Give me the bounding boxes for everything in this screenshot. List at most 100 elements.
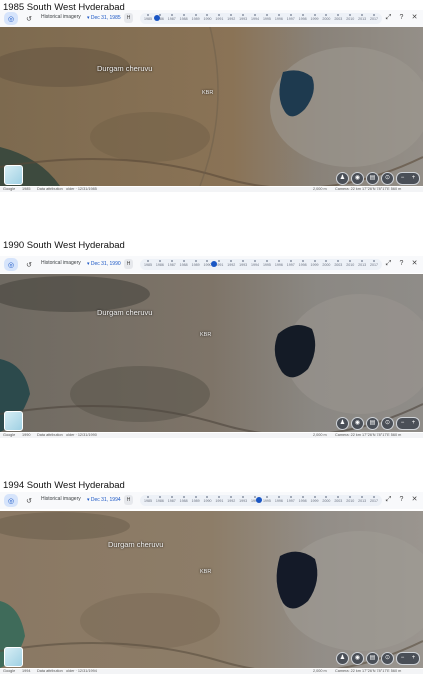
- timeline-tick[interactable]: 1985: [144, 260, 152, 267]
- timeline-tick[interactable]: 2003: [334, 496, 342, 503]
- year-timeline[interactable]: 1985 1986 1987 1988 1989 1990 1991 1992 1993 1994…: [140, 495, 382, 506]
- timeline-tick[interactable]: 1994: [251, 260, 259, 267]
- zoom-out-icon[interactable]: −: [401, 173, 405, 184]
- timeline-tick[interactable]: 1993: [239, 496, 247, 503]
- timeline-tick[interactable]: 2000: [322, 496, 330, 503]
- timeline-tick[interactable]: 2000: [322, 14, 330, 21]
- data-attribution-link[interactable]: Data attribution: [37, 433, 63, 438]
- layer-thumbnail[interactable]: [4, 647, 23, 667]
- layers-icon[interactable]: ▤: [366, 417, 379, 430]
- expand-icon[interactable]: ⤢: [384, 259, 393, 269]
- zoom-out-icon[interactable]: −: [401, 418, 405, 429]
- earth-icon[interactable]: ◎: [4, 494, 18, 507]
- timeline-tick[interactable]: 1994: [251, 14, 259, 21]
- timeline-tick[interactable]: 1992: [227, 496, 235, 503]
- zoom-controls[interactable]: − +: [396, 652, 420, 665]
- zoom-controls[interactable]: − +: [396, 417, 420, 430]
- timeline-tick[interactable]: 1985: [144, 14, 152, 21]
- pegman-icon[interactable]: ♟: [336, 652, 349, 665]
- timeline-tick[interactable]: 2017: [370, 260, 378, 267]
- satellite-map[interactable]: Durgam cheruvu KBR ♟ ◉ ▤ ⊙ − +: [0, 27, 423, 186]
- date-selector[interactable]: ▾ Dec 31, 1994: [84, 495, 124, 505]
- timeline-tick[interactable]: 1986: [156, 496, 164, 503]
- data-attribution-link[interactable]: Data attribution: [37, 187, 63, 192]
- timeline-tick[interactable]: 1995: [263, 14, 271, 21]
- data-attribution-link[interactable]: Data attribution: [37, 669, 63, 674]
- timeline-tick[interactable]: 1987: [168, 496, 176, 503]
- satellite-map[interactable]: Durgam cheruvu KBR ♟ ◉ ▤ ⊙ − +: [0, 274, 423, 432]
- timeline-tick[interactable]: 2010: [346, 496, 354, 503]
- history-icon[interactable]: ↺: [22, 258, 36, 271]
- locate-icon[interactable]: ⊙: [381, 652, 394, 665]
- zoom-controls[interactable]: − +: [396, 172, 420, 185]
- timeline-tick[interactable]: 2010: [346, 260, 354, 267]
- timeline-tick[interactable]: 2013: [358, 14, 366, 21]
- timeline-tick[interactable]: 1996: [275, 14, 283, 21]
- timeline-tick[interactable]: 1986: [156, 260, 164, 267]
- history-icon[interactable]: ↺: [22, 12, 36, 25]
- close-icon[interactable]: ✕: [410, 259, 419, 269]
- help-icon[interactable]: ?: [397, 259, 406, 269]
- timeline-tick[interactable]: 1997: [287, 260, 295, 267]
- date-selector[interactable]: ▾ Dec 31, 1985: [84, 13, 124, 23]
- zoom-in-icon[interactable]: +: [412, 173, 416, 184]
- timeline-tick[interactable]: 1988: [180, 260, 188, 267]
- timeline-tick[interactable]: 2017: [370, 496, 378, 503]
- year-timeline[interactable]: 1985 1986 1987 1988 1989 1990 1991 1992 1993 1994…: [140, 13, 382, 24]
- timeline-tick[interactable]: 1991: [215, 260, 223, 267]
- timeline-tick[interactable]: 1985: [144, 496, 152, 503]
- timeline-tick[interactable]: 1993: [239, 260, 247, 267]
- pegman-icon[interactable]: ♟: [336, 417, 349, 430]
- expand-icon[interactable]: ⤢: [384, 13, 393, 23]
- timeline-tick[interactable]: 1991: [215, 496, 223, 503]
- locate-icon[interactable]: ⊙: [381, 417, 394, 430]
- date-selector[interactable]: ▾ Dec 31, 1990: [84, 259, 124, 269]
- timeline-tick[interactable]: 1998: [299, 260, 307, 267]
- layer-thumbnail[interactable]: [4, 165, 23, 185]
- layers-icon[interactable]: ▤: [366, 172, 379, 185]
- satellite-map[interactable]: Durgam cheruvu KBR ♟ ◉ ▤ ⊙ − +: [0, 511, 423, 668]
- layer-thumbnail[interactable]: [4, 411, 23, 431]
- history-icon[interactable]: ↺: [22, 494, 36, 507]
- hide-timeline-button[interactable]: H: [124, 495, 133, 505]
- timeline-tick[interactable]: 1990: [203, 14, 211, 21]
- timeline-tick[interactable]: 1998: [299, 496, 307, 503]
- timeline-tick[interactable]: 2013: [358, 496, 366, 503]
- year-timeline[interactable]: 1985 1986 1987 1988 1989 1990 1991 1992 1993 1994…: [140, 259, 382, 270]
- timeline-tick[interactable]: 1996: [275, 496, 283, 503]
- timeline-slider-handle[interactable]: [210, 261, 217, 267]
- zoom-in-icon[interactable]: +: [412, 418, 416, 429]
- layers-icon[interactable]: ▤: [366, 652, 379, 665]
- timeline-tick[interactable]: 1999: [311, 260, 319, 267]
- compass-icon[interactable]: ◉: [351, 652, 364, 665]
- timeline-slider-handle[interactable]: [255, 497, 262, 503]
- timeline-tick[interactable]: 1988: [180, 496, 188, 503]
- timeline-tick[interactable]: 1995: [263, 496, 271, 503]
- timeline-tick[interactable]: 1990: [203, 496, 211, 503]
- help-icon[interactable]: ?: [397, 495, 406, 505]
- timeline-tick[interactable]: 1987: [168, 14, 176, 21]
- close-icon[interactable]: ✕: [410, 495, 419, 505]
- timeline-tick[interactable]: 1989: [192, 14, 200, 21]
- timeline-tick[interactable]: 1997: [287, 14, 295, 21]
- timeline-tick[interactable]: 1991: [215, 14, 223, 21]
- timeline-tick[interactable]: 1989: [192, 260, 200, 267]
- earth-icon[interactable]: ◎: [4, 258, 18, 271]
- timeline-tick[interactable]: 2000: [322, 260, 330, 267]
- timeline-tick[interactable]: 1999: [311, 496, 319, 503]
- compass-icon[interactable]: ◉: [351, 417, 364, 430]
- help-icon[interactable]: ?: [397, 13, 406, 23]
- timeline-slider-handle[interactable]: [154, 15, 161, 21]
- timeline-tick[interactable]: 2013: [358, 260, 366, 267]
- timeline-tick[interactable]: 1987: [168, 260, 176, 267]
- hide-timeline-button[interactable]: H: [124, 13, 133, 23]
- timeline-tick[interactable]: 1999: [311, 14, 319, 21]
- timeline-tick[interactable]: 1992: [227, 260, 235, 267]
- timeline-tick[interactable]: 1995: [263, 260, 271, 267]
- timeline-tick[interactable]: 2017: [370, 14, 378, 21]
- zoom-in-icon[interactable]: +: [412, 653, 416, 664]
- timeline-tick[interactable]: 1989: [192, 496, 200, 503]
- timeline-tick[interactable]: 2003: [334, 14, 342, 21]
- close-icon[interactable]: ✕: [410, 13, 419, 23]
- zoom-out-icon[interactable]: −: [401, 653, 405, 664]
